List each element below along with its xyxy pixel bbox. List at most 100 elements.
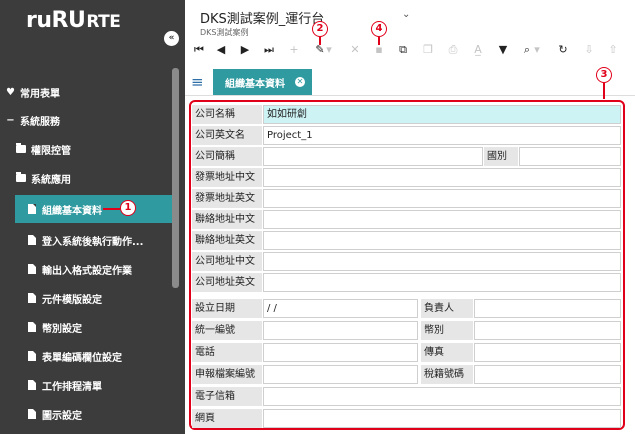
invoice-addr-cn-field[interactable]	[263, 168, 621, 187]
tax-id-field[interactable]	[263, 321, 418, 340]
company-name-en-field[interactable]: Project_1	[263, 126, 621, 145]
sidebar-item-label: 工作排程清單	[42, 381, 102, 393]
contact-addr-cn-label: 聯絡地址中文	[192, 210, 262, 229]
company-short-label: 公司簡稱	[192, 147, 262, 166]
delete-icon[interactable]: ✕	[345, 42, 365, 58]
collapse-sidebar-button[interactable]: «	[164, 31, 179, 46]
company-short-field[interactable]	[263, 147, 483, 166]
file-icon	[28, 235, 36, 245]
invoice-addr-en-label: 發票地址英文	[192, 189, 262, 208]
sidebar-item-label: 元件模版設定	[42, 294, 102, 306]
sidebar: ruRURTE « ♥ 常用表單 − 系統服務 權限控管 系統應用 組織基本資料…	[0, 0, 185, 434]
file-icon	[28, 264, 36, 274]
file-icon	[28, 380, 36, 390]
sidebar-item-currency[interactable]: 幣別設定	[28, 313, 200, 341]
sidebar-item-system-apps[interactable]: 系統應用	[16, 164, 188, 192]
save-icon[interactable]: ▪	[369, 42, 389, 58]
heart-icon: ♥	[6, 86, 15, 98]
sidebar-item-icon-settings[interactable]: 圖示設定	[28, 400, 200, 428]
filter-icon[interactable]: ▼	[493, 42, 513, 58]
sidebar-item-label: 登入系統後執行動作...	[42, 236, 144, 248]
email-label: 電子信箱	[192, 387, 262, 406]
app-logo: ruRURTE	[26, 8, 121, 33]
fax-field[interactable]	[474, 343, 621, 362]
tax-id-label: 統一編號	[192, 321, 262, 340]
owner-label: 負責人	[421, 299, 473, 318]
next-record-icon[interactable]: ▶	[235, 42, 255, 58]
annotation-1-arrow	[103, 208, 120, 210]
website-field[interactable]	[263, 409, 621, 428]
refresh-icon[interactable]: ↻	[553, 42, 573, 58]
currency-field[interactable]	[474, 321, 621, 340]
add-icon[interactable]: +	[284, 42, 304, 58]
copy-icon[interactable]: ❐	[418, 42, 438, 58]
annotation-1-marker: 1	[120, 200, 136, 216]
collapse-minus-icon: −	[6, 114, 15, 126]
menu-hamburger-icon[interactable]: ≡	[191, 73, 204, 91]
company-name-label: 公司名稱	[192, 105, 262, 124]
org-basic-data-form: 公司名稱 如如研創 公司英文名 Project_1 公司簡稱 國別 發票地址中文…	[189, 100, 625, 430]
search-caret-icon[interactable]: ▾	[531, 42, 543, 58]
phone-label: 電話	[192, 343, 262, 362]
sidebar-item-system-services[interactable]: − 系統服務	[5, 106, 177, 134]
export-icon[interactable]: ⇧	[603, 42, 623, 58]
owner-field[interactable]	[474, 299, 621, 318]
sidebar-item-label: 輸出入格式設定作業	[42, 265, 132, 277]
sidebar-item-permissions[interactable]: 權限控管	[16, 135, 188, 163]
invoice-addr-en-field[interactable]	[263, 189, 621, 208]
established-date-label: 設立日期	[192, 299, 262, 318]
company-addr-cn-field[interactable]	[263, 252, 621, 271]
file-icon	[28, 351, 36, 361]
first-record-icon[interactable]: ⏮	[189, 42, 209, 58]
sidebar-item-org-basic-data[interactable]: 組織基本資料	[15, 195, 172, 223]
tab-org-basic-data[interactable]: 組織基本資料 ✕	[213, 69, 312, 95]
translate-icon[interactable]: A̲	[468, 42, 488, 58]
email-field[interactable]	[263, 387, 621, 406]
phone-field[interactable]	[263, 343, 418, 362]
sidebar-item-job-schedule[interactable]: 工作排程清單	[28, 371, 200, 399]
sidebar-item-label: 系統服務	[20, 116, 60, 128]
sidebar-item-label: 幣別設定	[42, 323, 82, 335]
contact-addr-cn-field[interactable]	[263, 210, 621, 229]
established-date-field[interactable]: / /	[263, 299, 418, 318]
company-addr-cn-label: 公司地址中文	[192, 252, 262, 271]
page-subtitle: DKS測試案例	[200, 28, 249, 37]
sidebar-item-label: 表單編碼欄位設定	[42, 352, 122, 364]
print-icon[interactable]: ⎙	[443, 42, 463, 58]
sidebar-item-label: 權限控管	[31, 145, 71, 157]
title-dropdown-chevron-icon[interactable]: ⌄	[402, 9, 410, 20]
fax-label: 傳真	[421, 343, 473, 362]
company-name-field[interactable]: 如如研創	[263, 105, 621, 124]
page-title: DKS測試案例_運行台	[200, 12, 325, 27]
annotation-4-marker: 4	[371, 21, 387, 37]
sidebar-item-component-template[interactable]: 元件模版設定	[28, 284, 200, 312]
open-external-icon[interactable]: ⧉	[393, 42, 413, 58]
close-tab-icon[interactable]: ✕	[295, 77, 305, 87]
currency-label: 幣別	[421, 321, 473, 340]
company-name-en-label: 公司英文名	[192, 126, 262, 145]
company-addr-en-field[interactable]	[263, 273, 621, 292]
annotation-3-arrow	[603, 83, 605, 99]
sidebar-item-favorites[interactable]: ♥ 常用表單	[5, 78, 177, 106]
tab-bar: ≡ 組織基本資料 ✕	[185, 66, 635, 96]
country-label: 國別	[484, 147, 518, 166]
contact-addr-en-field[interactable]	[263, 231, 621, 250]
edit-caret-icon[interactable]: ▾	[323, 42, 335, 58]
sidebar-item-form-code-fields[interactable]: 表單編碼欄位設定	[28, 342, 200, 370]
prev-record-icon[interactable]: ◀	[211, 42, 231, 58]
filing-no-field[interactable]	[263, 365, 418, 384]
contact-addr-en-label: 聯絡地址英文	[192, 231, 262, 250]
annotation-2-marker: 2	[312, 21, 328, 37]
folder-icon	[16, 172, 26, 182]
sidebar-scrollbar[interactable]	[172, 68, 179, 288]
country-field[interactable]	[519, 147, 621, 166]
sidebar-item-label: 圖示設定	[42, 410, 82, 422]
sidebar-item-label: 組織基本資料	[42, 205, 102, 217]
tax-reg-no-field[interactable]	[474, 365, 621, 384]
filing-no-label: 申報檔案編號	[192, 365, 262, 384]
sidebar-item-label: 系統應用	[31, 174, 71, 186]
import-icon[interactable]: ⇩	[579, 42, 599, 58]
tax-reg-no-label: 稅籍號碼	[421, 365, 473, 384]
last-record-icon[interactable]: ⏭	[259, 42, 279, 58]
tab-label: 組織基本資料	[225, 78, 285, 90]
